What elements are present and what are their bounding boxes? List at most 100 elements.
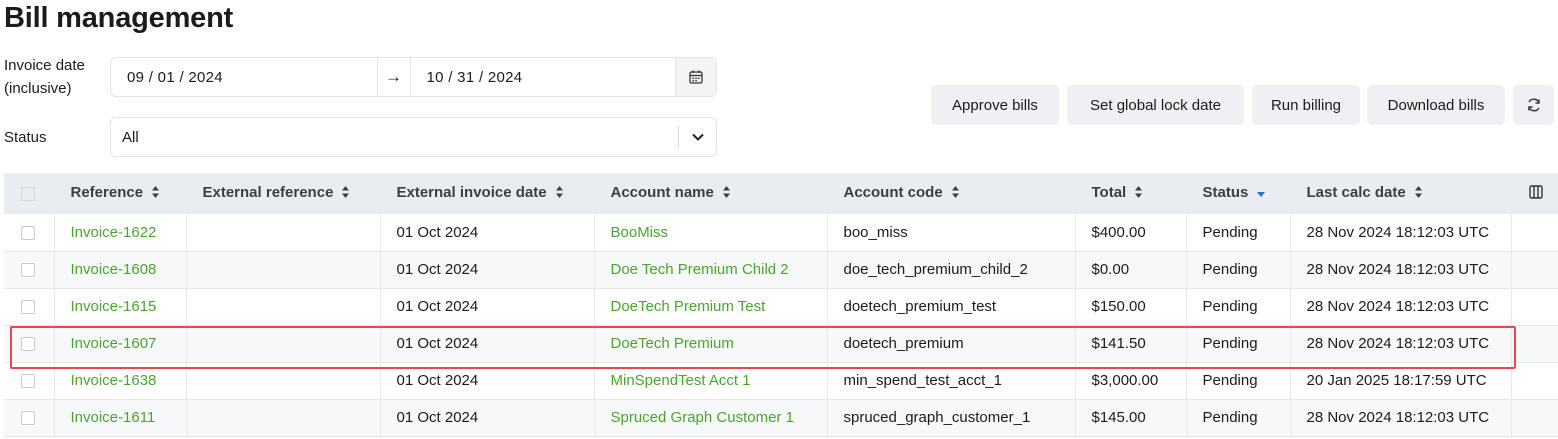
sort-desc-icon[interactable]: [1256, 185, 1266, 203]
external-invoice-date-cell: 01 Oct 2024: [380, 399, 595, 437]
table-header-row: Reference External reference External in…: [4, 173, 1558, 214]
total-cell: $400.00: [1075, 214, 1187, 252]
table-row[interactable]: Invoice-1615 01 Oct 2024 DoeTech Premium…: [4, 288, 1558, 326]
row-checkbox[interactable]: [21, 374, 35, 389]
last-calc-date-cell: 28 Nov 2024 18:12:03 UTC: [1290, 399, 1512, 437]
reference-link[interactable]: Invoice-1607: [54, 325, 187, 363]
status-label: Status: [4, 129, 47, 146]
select-all-checkbox-cell[interactable]: [4, 173, 54, 214]
row-spacer-cell: [1511, 325, 1558, 363]
table-row[interactable]: Invoice-1611 01 Oct 2024 Spruced Graph C…: [4, 399, 1558, 437]
table-row[interactable]: Invoice-1622 01 Oct 2024 BooMiss boo_mis…: [4, 214, 1558, 252]
external-reference-cell: [186, 288, 381, 326]
row-checkbox-cell[interactable]: [4, 399, 55, 437]
external-reference-cell: [186, 399, 381, 437]
total-cell: $141.50: [1075, 325, 1187, 363]
total-cell: $3,000.00: [1075, 362, 1187, 400]
account-code-cell: boo_miss: [827, 214, 1076, 252]
sort-icon[interactable]: [341, 185, 350, 203]
refresh-icon: [1527, 98, 1540, 112]
status-select[interactable]: All: [110, 117, 717, 157]
row-checkbox[interactable]: [21, 337, 35, 352]
row-checkbox-cell[interactable]: [4, 214, 55, 252]
column-header-external-reference[interactable]: External reference: [186, 173, 380, 214]
external-reference-cell: [186, 214, 381, 252]
row-spacer-cell: [1511, 251, 1558, 289]
date-from-input[interactable]: 09 / 01 / 2024: [111, 58, 377, 96]
calendar-icon: [689, 70, 703, 84]
column-header-external-invoice-date[interactable]: External invoice date: [380, 173, 594, 214]
reference-link[interactable]: Invoice-1615: [54, 288, 187, 326]
sort-icon[interactable]: [555, 185, 564, 203]
sort-icon[interactable]: [1414, 185, 1423, 203]
column-header-last-calc-date[interactable]: Last calc date: [1290, 173, 1511, 214]
account-code-cell: spruced_graph_customer_1: [827, 399, 1076, 437]
total-cell: $150.00: [1075, 288, 1187, 326]
account-name-link[interactable]: Doe Tech Premium Child 2: [594, 251, 828, 289]
column-header-status[interactable]: Status: [1186, 173, 1290, 214]
row-checkbox[interactable]: [21, 263, 35, 278]
arrow-right-icon: →: [376, 58, 411, 96]
account-name-link[interactable]: DoeTech Premium: [594, 325, 828, 363]
row-checkbox-cell[interactable]: [4, 362, 55, 400]
column-header-account-code[interactable]: Account code: [827, 173, 1075, 214]
row-checkbox[interactable]: [21, 300, 35, 315]
external-invoice-date-cell: 01 Oct 2024: [380, 214, 595, 252]
table-row[interactable]: Invoice-1638 01 Oct 2024 MinSpendTest Ac…: [4, 362, 1558, 400]
select-all-checkbox[interactable]: [21, 187, 35, 202]
row-checkbox[interactable]: [21, 411, 35, 426]
table-row[interactable]: Invoice-1607 01 Oct 2024 DoeTech Premium…: [4, 325, 1558, 363]
calendar-button[interactable]: [675, 58, 716, 96]
run-billing-button[interactable]: Run billing: [1252, 85, 1360, 125]
external-invoice-date-cell: 01 Oct 2024: [380, 288, 595, 326]
row-checkbox-cell[interactable]: [4, 325, 55, 363]
reference-link[interactable]: Invoice-1608: [54, 251, 187, 289]
row-spacer-cell: [1511, 362, 1558, 400]
date-to-input[interactable]: 10 / 31 / 2024: [411, 58, 676, 96]
sort-icon[interactable]: [1134, 185, 1143, 203]
account-name-link[interactable]: BooMiss: [594, 214, 828, 252]
status-select-value: All: [122, 128, 139, 146]
set-global-lock-date-button[interactable]: Set global lock date: [1067, 85, 1244, 125]
last-calc-date-cell: 28 Nov 2024 18:12:03 UTC: [1290, 325, 1512, 363]
external-reference-cell: [186, 362, 381, 400]
status-cell: Pending: [1186, 362, 1291, 400]
chevron-down-icon[interactable]: [678, 126, 716, 148]
external-invoice-date-cell: 01 Oct 2024: [380, 325, 595, 363]
external-reference-cell: [186, 251, 381, 289]
account-name-link[interactable]: Spruced Graph Customer 1: [594, 399, 828, 437]
download-bills-button[interactable]: Download bills: [1367, 85, 1505, 125]
status-cell: Pending: [1186, 325, 1291, 363]
status-cell: Pending: [1186, 399, 1291, 437]
row-checkbox-cell[interactable]: [4, 288, 55, 326]
invoice-date-label: Invoice date (inclusive): [4, 57, 85, 97]
column-settings-button[interactable]: [1511, 173, 1558, 214]
account-name-link[interactable]: MinSpendTest Acct 1: [594, 362, 828, 400]
refresh-button[interactable]: [1513, 85, 1554, 125]
total-cell: $0.00: [1075, 251, 1187, 289]
invoice-date-range: 09 / 01 / 2024 → 10 / 31 / 2024: [110, 57, 717, 97]
bills-table: Reference External reference External in…: [4, 173, 1558, 437]
reference-link[interactable]: Invoice-1622: [54, 214, 187, 252]
row-spacer-cell: [1511, 214, 1558, 252]
table-row[interactable]: Invoice-1608 01 Oct 2024 Doe Tech Premiu…: [4, 251, 1558, 289]
approve-bills-button[interactable]: Approve bills: [931, 85, 1059, 125]
column-header-account-name[interactable]: Account name: [594, 173, 827, 214]
sort-icon[interactable]: [951, 185, 960, 203]
sort-icon[interactable]: [151, 185, 160, 203]
external-invoice-date-cell: 01 Oct 2024: [380, 362, 595, 400]
sort-icon[interactable]: [722, 185, 731, 203]
column-header-reference[interactable]: Reference: [54, 173, 186, 214]
external-reference-cell: [186, 325, 381, 363]
row-checkbox-cell[interactable]: [4, 251, 55, 289]
account-name-link[interactable]: DoeTech Premium Test: [594, 288, 828, 326]
external-invoice-date-cell: 01 Oct 2024: [380, 251, 595, 289]
page-title: Bill management: [4, 2, 234, 34]
column-header-total[interactable]: Total: [1075, 173, 1186, 214]
status-cell: Pending: [1186, 214, 1291, 252]
account-code-cell: doetech_premium_test: [827, 288, 1076, 326]
row-checkbox[interactable]: [21, 225, 35, 240]
last-calc-date-cell: 28 Nov 2024 18:12:03 UTC: [1290, 251, 1512, 289]
reference-link[interactable]: Invoice-1611: [54, 399, 187, 437]
reference-link[interactable]: Invoice-1638: [54, 362, 187, 400]
